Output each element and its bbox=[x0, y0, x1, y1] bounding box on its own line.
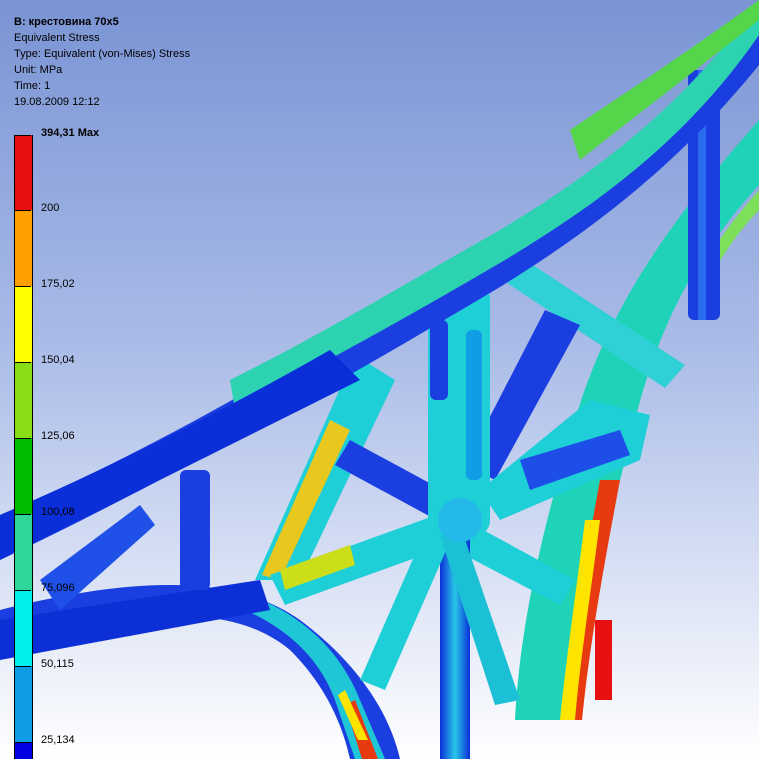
legend-band bbox=[14, 362, 33, 438]
result-time: Time: 1 bbox=[14, 80, 51, 92]
result-timestamp: 19.08.2009 12:12 bbox=[14, 96, 100, 108]
left-vertical-post bbox=[180, 470, 210, 590]
legend-tick bbox=[14, 286, 31, 287]
legend-label: 125,06 bbox=[41, 430, 75, 442]
legend-label-max: 394,31 Max bbox=[41, 127, 100, 139]
legend-band bbox=[14, 286, 33, 362]
result-info-block: B: крестовина 70х5 Equivalent Stress Typ… bbox=[14, 14, 190, 110]
legend-tick bbox=[14, 666, 31, 667]
legend-band bbox=[14, 590, 33, 666]
legend-tick bbox=[14, 590, 31, 591]
analysis-title: B: крестовина 70х5 bbox=[14, 16, 119, 28]
legend-label: 50,115 bbox=[41, 658, 74, 670]
legend-tick bbox=[14, 210, 31, 211]
legend-tick bbox=[14, 135, 31, 136]
legend-band bbox=[14, 514, 33, 590]
legend-label: 25,134 bbox=[41, 734, 75, 746]
legend-band bbox=[14, 135, 33, 210]
legend-label: 75,096 bbox=[41, 582, 75, 594]
legend-band bbox=[14, 666, 33, 742]
legend-tick bbox=[14, 742, 31, 743]
legend-band bbox=[14, 742, 33, 759]
legend-band bbox=[14, 438, 33, 514]
legend-label: 200 bbox=[41, 202, 60, 214]
legend-tick bbox=[14, 514, 31, 515]
result-name: Equivalent Stress bbox=[14, 32, 100, 44]
legend-tick bbox=[14, 362, 31, 363]
stress-legend[interactable]: 394,31 Max 200 175,02 150,04 125,06 100,… bbox=[14, 125, 174, 759]
hub-joint bbox=[438, 498, 482, 542]
legend-label: 150,04 bbox=[41, 354, 75, 366]
legend-band bbox=[14, 210, 33, 286]
result-type: Type: Equivalent (von-Mises) Stress bbox=[14, 48, 191, 60]
result-unit: Unit: MPa bbox=[14, 64, 63, 76]
legend-tick bbox=[14, 438, 31, 439]
legend-label: 175,02 bbox=[41, 278, 75, 290]
legend-label: 100,08 bbox=[41, 506, 75, 518]
